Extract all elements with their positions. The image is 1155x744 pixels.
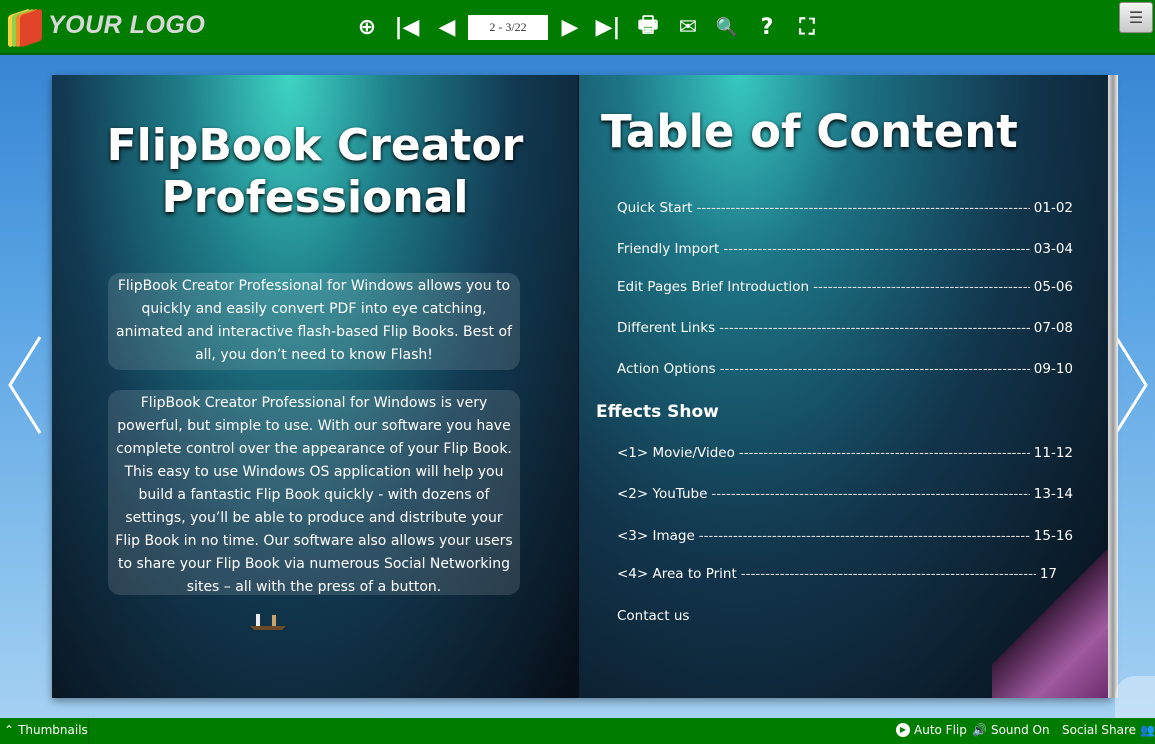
leader-dots bbox=[711, 486, 1029, 502]
chevron-up-icon: ⌃ bbox=[4, 723, 15, 737]
toc-entry[interactable]: Quick Start 01-02 bbox=[617, 200, 1073, 216]
toc-entry[interactable]: Different Links 07-08 bbox=[617, 320, 1073, 336]
toc-label: <2> YouTube bbox=[617, 486, 708, 502]
auto-flip-label: Auto Flip bbox=[914, 723, 967, 737]
search-button[interactable]: 🔍 bbox=[713, 12, 741, 42]
leader-dots bbox=[723, 241, 1029, 257]
logo-book-icon bbox=[6, 6, 42, 48]
toc-entry[interactable]: Action Options 09-10 bbox=[617, 361, 1073, 377]
title-line-2: Professional bbox=[161, 172, 469, 223]
auto-flip-button[interactable]: ▶ Auto Flip bbox=[896, 723, 967, 737]
menu-button[interactable]: ☰ bbox=[1119, 2, 1153, 33]
leader-dots bbox=[813, 279, 1030, 295]
toc-entry[interactable]: <2> YouTube 13-14 bbox=[617, 486, 1073, 502]
toc-entry[interactable]: <1> Movie/Video 11-12 bbox=[617, 445, 1073, 461]
leader-dots bbox=[696, 200, 1029, 216]
leader-dots bbox=[699, 528, 1030, 544]
last-page-button[interactable]: ▶| bbox=[594, 12, 622, 42]
toc-label: <4> Area to Print bbox=[617, 566, 737, 582]
user-avatar-button[interactable] bbox=[1115, 676, 1155, 718]
toc-entry[interactable]: <4> Area to Print17 bbox=[617, 566, 1057, 582]
last-page-icon: ▶| bbox=[595, 14, 621, 40]
next-page-button[interactable]: ▶ bbox=[556, 12, 584, 42]
title-line-1: FlipBook Creator bbox=[106, 120, 524, 171]
sound-button[interactable]: 🔊 Sound On bbox=[972, 723, 1050, 737]
leader-dots bbox=[720, 361, 1030, 377]
intro-paragraph: FlipBook Creator Professional for Window… bbox=[108, 273, 520, 370]
toc-label: <1> Movie/Video bbox=[617, 445, 735, 461]
social-share-button[interactable]: Social Share 👥 bbox=[1062, 723, 1155, 737]
toc-entry[interactable]: Edit Pages Brief Introduction 05-06 bbox=[617, 279, 1073, 295]
social-share-label: Social Share bbox=[1062, 723, 1137, 737]
toc-label: Friendly Import bbox=[617, 241, 720, 257]
left-page-title: FlipBook Creator Professional bbox=[52, 120, 578, 224]
page-number-input[interactable] bbox=[468, 15, 548, 40]
toc-pages: 07-08 bbox=[1033, 320, 1073, 336]
prev-page-arrow[interactable] bbox=[4, 335, 44, 435]
toc-label: Edit Pages Brief Introduction bbox=[617, 279, 810, 295]
toc-pages: 09-10 bbox=[1033, 361, 1073, 377]
toc-pages: 05-06 bbox=[1033, 279, 1073, 295]
toc-pages: 13-14 bbox=[1033, 486, 1073, 502]
boat-illustration bbox=[250, 614, 286, 630]
first-page-icon: |◀ bbox=[394, 14, 420, 40]
leader-dots bbox=[739, 445, 1030, 461]
toc-label: Quick Start bbox=[617, 200, 693, 216]
divider bbox=[88, 718, 89, 744]
print-button[interactable]: 🖶 bbox=[634, 12, 662, 42]
toc-label: Action Options bbox=[617, 361, 716, 377]
play-icon: ▶ bbox=[896, 723, 910, 737]
help-button[interactable]: ? bbox=[753, 12, 781, 42]
toc-entry[interactable]: Friendly Import 03-04 bbox=[617, 241, 1073, 257]
sound-label: Sound On bbox=[990, 723, 1050, 737]
toc-label: Contact us bbox=[617, 608, 690, 624]
toc-pages: 01-02 bbox=[1033, 200, 1073, 216]
toc-label: Different Links bbox=[617, 320, 716, 336]
page-stack-edge bbox=[1108, 75, 1118, 698]
next-page-arrow[interactable] bbox=[1112, 335, 1152, 435]
logo: YOUR LOGO bbox=[6, 6, 206, 48]
toc-pages: 03-04 bbox=[1033, 241, 1073, 257]
bottom-toolbar: ⌃ Thumbnails ▶ Auto Flip 🔊 Sound On Social … bbox=[0, 718, 1155, 744]
zoom-in-button[interactable]: ⊕ bbox=[353, 12, 381, 42]
fullscreen-button[interactable]: ⛶ bbox=[793, 12, 821, 42]
flipbook[interactable]: FlipBook Creator Professional FlipBook C… bbox=[52, 75, 1118, 698]
effects-heading: Effects Show bbox=[596, 402, 719, 422]
leader-dots bbox=[719, 320, 1030, 336]
toc-title: Table of Content bbox=[601, 105, 1018, 158]
right-page[interactable]: Table of Content Quick Start 01-02 Friend… bbox=[578, 75, 1112, 698]
thumbnails-button[interactable]: ⌃ Thumbnails bbox=[4, 723, 88, 737]
toc-pages: 11-12 bbox=[1033, 445, 1073, 461]
description-paragraph: FlipBook Creator Professional for Window… bbox=[108, 390, 520, 595]
top-toolbar: YOUR LOGO ⊕ |◀ ◀ ▶ ▶| 🖶 ✉ 🔍 ? ⛶ ☰ bbox=[0, 0, 1155, 55]
speaker-icon: 🔊 bbox=[972, 723, 987, 737]
logo-text: YOUR LOGO bbox=[48, 10, 206, 39]
email-button[interactable]: ✉ bbox=[674, 12, 702, 42]
left-page[interactable]: FlipBook Creator Professional FlipBook C… bbox=[52, 75, 578, 698]
prev-page-button[interactable]: ◀ bbox=[433, 12, 461, 42]
toc-label: <3> Image bbox=[617, 528, 695, 544]
thumbnails-label: Thumbnails bbox=[18, 723, 88, 737]
first-page-button[interactable]: |◀ bbox=[393, 12, 421, 42]
people-icon: 👥 bbox=[1140, 723, 1155, 737]
page-curl-corner[interactable] bbox=[992, 508, 1112, 698]
